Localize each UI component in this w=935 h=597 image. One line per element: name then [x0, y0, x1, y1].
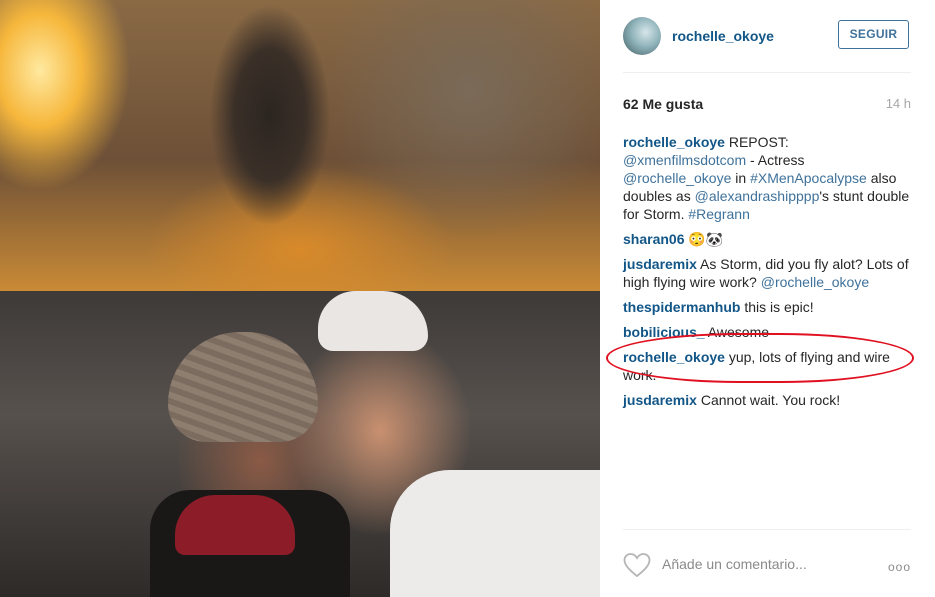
comment-username[interactable]: thespidermanhub — [623, 299, 740, 315]
caption-mention[interactable]: @alexandrashipppp — [695, 188, 820, 204]
list-item: thespidermanhub this is epic! — [623, 298, 913, 316]
post-side-panel: rochelle_okoye SEGUIR 62 Me gusta 14 h r… — [600, 0, 935, 597]
list-item: sharan06 😳🐼 — [623, 230, 913, 248]
comment-input[interactable] — [662, 554, 852, 574]
caption-text: - Actress — [746, 152, 805, 168]
comment-username[interactable]: sharan06 — [623, 231, 684, 247]
comment-text: this is epic! — [740, 299, 814, 315]
caption-text: REPOST: — [724, 134, 789, 150]
caption-mention[interactable]: @xmenfilmsdotcom — [623, 152, 746, 168]
comment-username[interactable]: rochelle_okoye — [623, 349, 725, 365]
photo-red-hood — [175, 495, 295, 555]
post-header: rochelle_okoye SEGUIR — [600, 0, 935, 72]
more-options-icon[interactable]: ooo — [888, 560, 911, 574]
list-item: bobilicious_ Awesome — [623, 323, 913, 341]
list-item: rochelle_okoye yup, lots of flying and w… — [623, 348, 913, 384]
post-footer: ooo — [600, 540, 935, 597]
post-username[interactable]: rochelle_okoye — [672, 28, 774, 44]
footer-divider — [623, 529, 911, 530]
comment-text: Cannot wait. You rock! — [696, 392, 841, 408]
avatar[interactable] — [623, 17, 661, 55]
list-item: jusdaremix Cannot wait. You rock! — [623, 391, 913, 409]
heart-icon[interactable] — [623, 552, 651, 578]
comment-username[interactable]: jusdaremix — [623, 256, 697, 272]
list-item: jusdaremix As Storm, did you fly alot? L… — [623, 255, 913, 291]
header-divider — [623, 72, 911, 73]
caption-text: in — [731, 170, 751, 186]
comments-list: rochelle_okoye REPOST: @xmenfilmsdotcom … — [623, 133, 913, 416]
caption-mention[interactable]: @rochelle_okoye — [623, 170, 731, 186]
caption: rochelle_okoye REPOST: @xmenfilmsdotcom … — [623, 133, 913, 223]
comment-text: Awesome — [704, 324, 770, 340]
post-photo[interactable] — [0, 0, 600, 597]
comment-text: 😳🐼 — [684, 231, 724, 247]
photo-white-shirt — [390, 470, 600, 597]
comment-mention[interactable]: @rochelle_okoye — [761, 274, 869, 290]
caption-username[interactable]: rochelle_okoye — [623, 134, 725, 150]
caption-hashtag[interactable]: #XMenApocalypse — [750, 170, 867, 186]
photo-top-figure — [205, 0, 335, 230]
follow-button[interactable]: SEGUIR — [838, 20, 909, 49]
post-time[interactable]: 14 h — [886, 96, 911, 111]
comment-username[interactable]: jusdaremix — [623, 392, 697, 408]
instagram-post-modal: rochelle_okoye SEGUIR 62 Me gusta 14 h r… — [0, 0, 935, 597]
likes-count[interactable]: 62 Me gusta — [623, 96, 703, 112]
caption-hashtag[interactable]: #Regrann — [688, 206, 750, 222]
comment-username[interactable]: bobilicious_ — [623, 324, 705, 340]
